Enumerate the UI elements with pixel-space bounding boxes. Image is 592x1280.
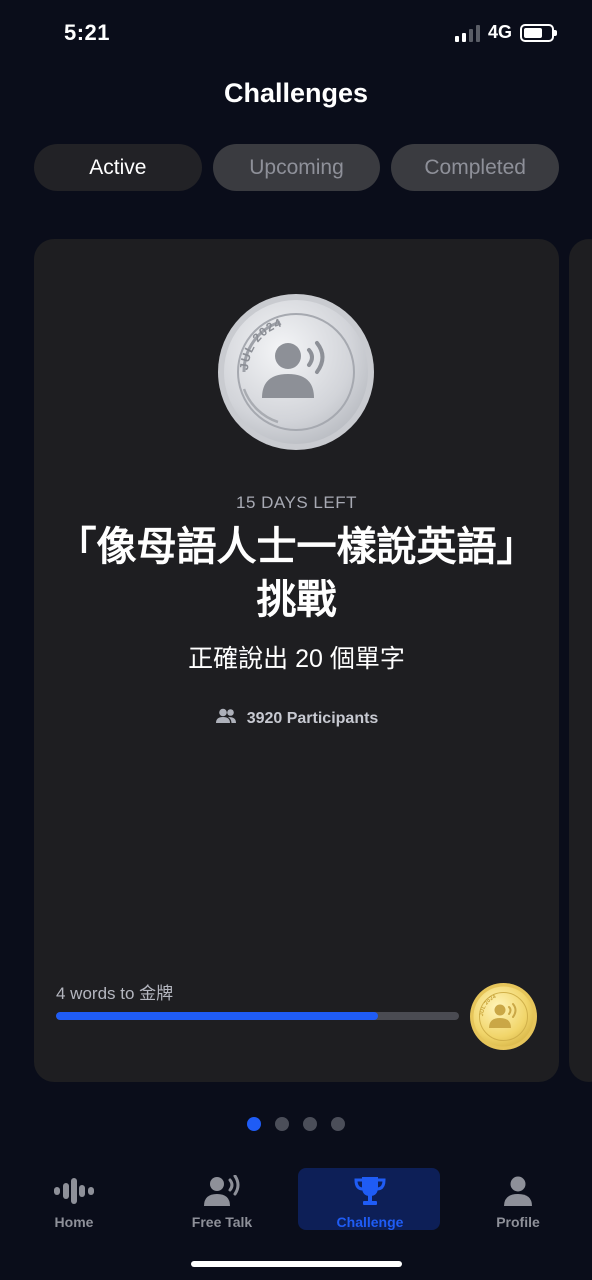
nav-profile-label: Profile [496,1214,540,1230]
nav-home-label: Home [54,1214,94,1230]
pager-dot-3[interactable] [303,1117,317,1131]
nav-home[interactable]: Home [0,1168,148,1232]
network-type: 4G [487,22,512,42]
status-indicators: 4G [454,22,557,43]
nav-free-talk-label: Free Talk [191,1214,253,1230]
days-left-label: 15 DAYS LEFT [236,493,357,512]
home-indicator [191,1261,402,1267]
trophy-icon [354,1174,386,1208]
tab-upcoming[interactable]: Upcoming [212,144,381,191]
pager-dot-4[interactable] [331,1117,345,1131]
next-challenge-card-peek[interactable] [569,239,592,1082]
battery-icon [520,23,557,42]
pager-dot-2[interactable] [275,1117,289,1131]
challenge-tabs: Active Upcoming Completed [34,144,560,191]
pager-dot-1[interactable] [247,1117,261,1131]
speaking-person-icon [203,1174,241,1208]
signal-strength-icon [454,24,480,42]
silver-medal-icon: JUL 2024 [218,294,374,450]
people-icon [215,708,237,729]
nav-challenge-label: Challenge [336,1214,404,1230]
challenge-goal: 正確說出 20 個單字 [188,645,405,673]
pager-dots [0,1117,592,1131]
nav-free-talk[interactable]: Free Talk [148,1168,296,1232]
progress-bar-fill [56,1012,379,1020]
participants-row: 3920 Participants [34,708,559,729]
person-icon [503,1174,533,1208]
status-bar: 5:21 4G [0,0,592,68]
gold-medal-icon: JUL 2024 [470,983,537,1050]
waveform-icon [54,1174,94,1208]
progress-bar [56,1012,459,1020]
participants-count: 3920 Participants [246,709,379,727]
nav-profile[interactable]: Profile [444,1168,592,1232]
challenge-card[interactable]: JUL 2024 15 DAYS LEFT 「像母語人士一樣說英語」挑戰 正確說… [34,239,559,1082]
page-title: Challenges [223,78,369,108]
nav-challenge[interactable]: Challenge [296,1168,444,1232]
status-time: 5:21 [64,20,111,45]
challenge-title: 「像母語人士一樣說英語」挑戰 [56,525,537,622]
bottom-nav: Home Free Talk Challenge Profile [0,1168,592,1232]
progress-label: 4 words to 金牌 [56,984,174,1003]
tab-completed[interactable]: Completed [391,144,560,191]
tab-active[interactable]: Active [34,144,202,191]
